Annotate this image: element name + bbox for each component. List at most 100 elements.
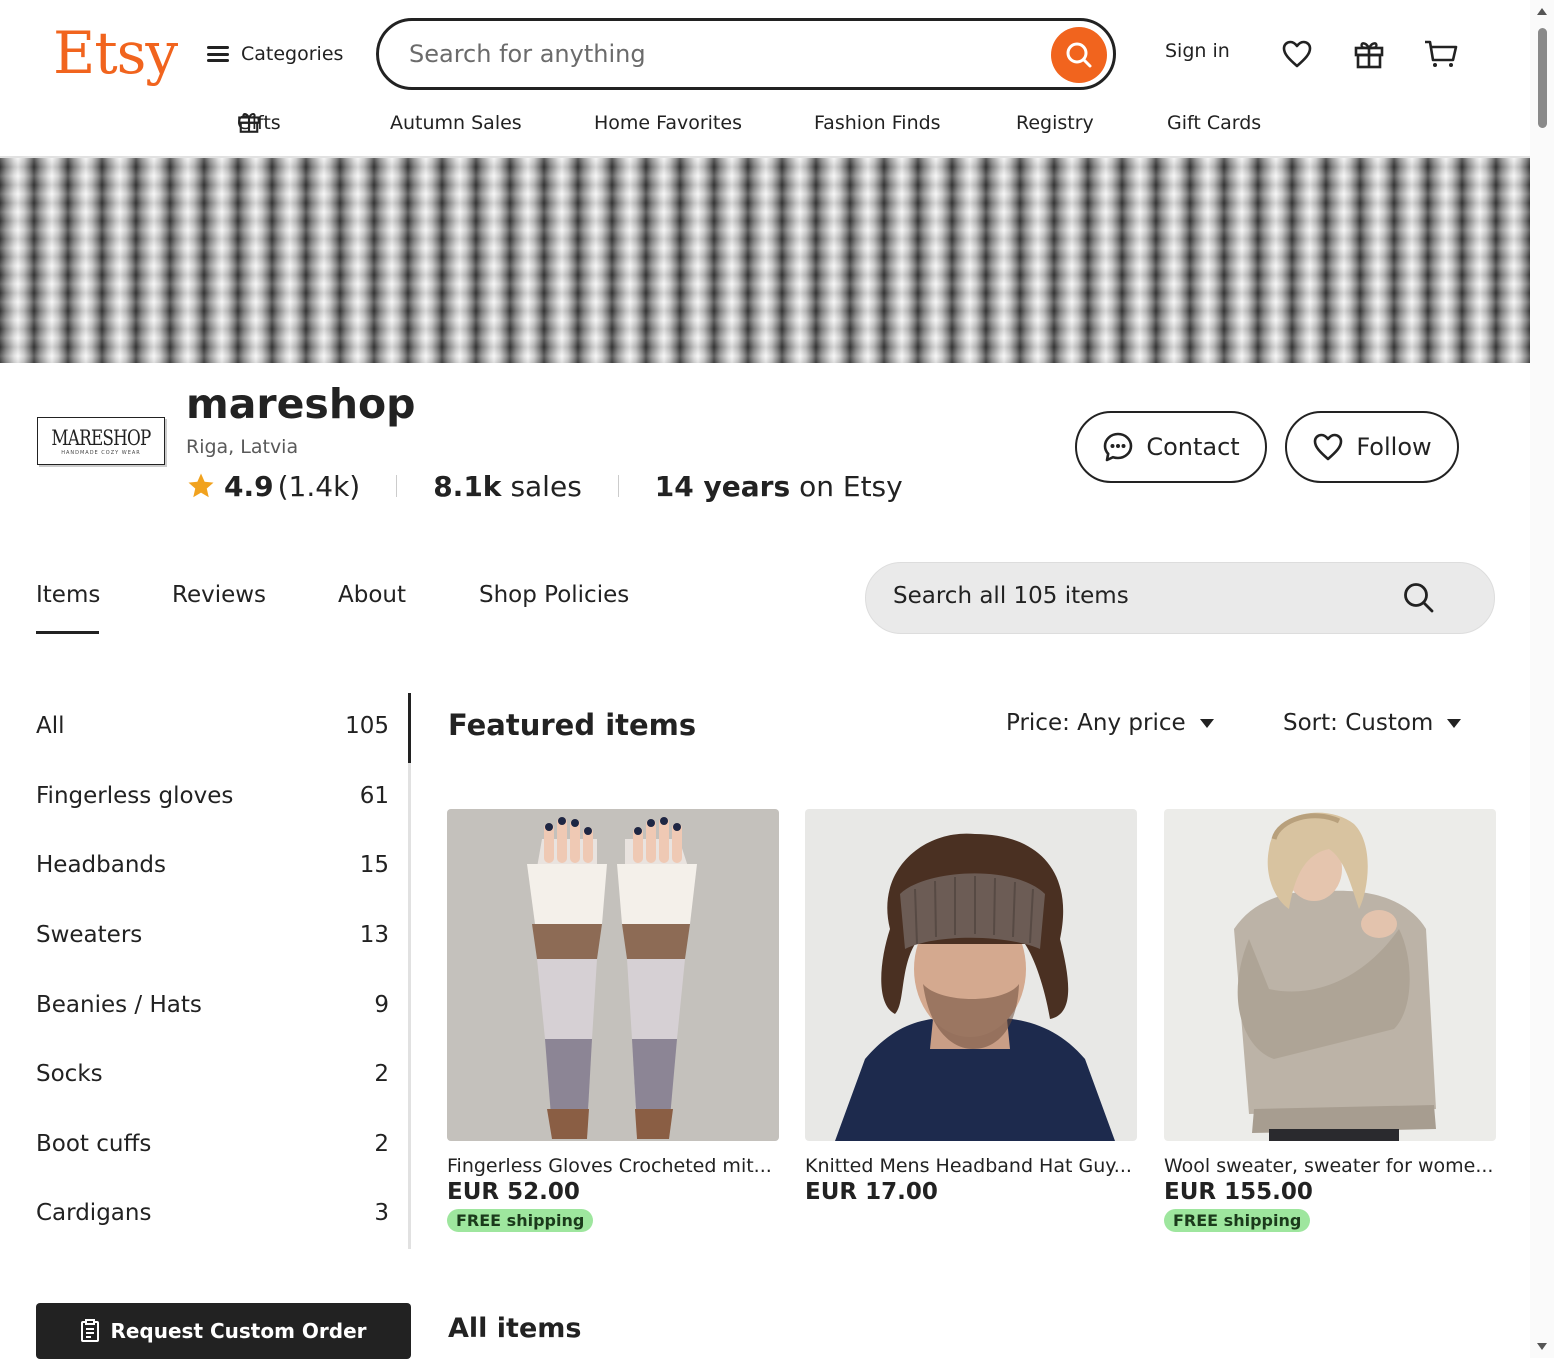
tab-reviews[interactable]: Reviews [172, 582, 266, 608]
search-button[interactable] [1051, 27, 1107, 83]
tab-items[interactable]: Items [36, 582, 100, 608]
sidebar-item-count: 61 [359, 783, 389, 809]
sidebar-item-label: Headbands [36, 852, 166, 878]
shop-sales-label: sales [510, 469, 582, 503]
shop-sales-value: 8.1k [433, 469, 502, 503]
sidebar-item-socks[interactable]: Socks 2 [36, 1061, 389, 1087]
stats-divider [396, 475, 398, 497]
heart-icon [1314, 433, 1343, 461]
listing-card[interactable]: Fingerless Gloves Crocheted mit... EUR 5… [447, 809, 779, 1232]
nav-gifts[interactable]: Gifts [237, 110, 281, 134]
sidebar-item-count: 2 [374, 1131, 389, 1157]
tab-about[interactable]: About [338, 582, 406, 608]
shop-logo-subtext: HANDMADE COZY WEAR [61, 450, 141, 456]
contact-label: Contact [1146, 433, 1240, 461]
listing-image[interactable] [447, 809, 779, 1141]
scroll-down-arrow-icon[interactable] [1537, 1343, 1547, 1350]
sign-in-link[interactable]: Sign in [1165, 40, 1230, 62]
listing-price: EUR 52.00 [447, 1179, 580, 1205]
search-icon [1066, 42, 1092, 68]
stats-divider [617, 475, 619, 497]
sidebar-item-count: 9 [374, 992, 389, 1018]
scrollbar-thumb[interactable] [1538, 28, 1547, 128]
shop-rating: 4.9 [224, 469, 274, 503]
nav-fashion-finds[interactable]: Fashion Finds [814, 110, 941, 136]
listing-image[interactable] [805, 809, 1137, 1141]
etsy-logo[interactable]: Etsy [53, 18, 178, 88]
sidebar-item-label: Boot cuffs [36, 1131, 152, 1157]
heart-icon [1282, 40, 1312, 68]
shop-search-input[interactable]: Search all 105 items [865, 562, 1495, 634]
tab-shop-policies[interactable]: Shop Policies [479, 582, 629, 608]
categories-label: Categories [241, 43, 344, 65]
listing-price: EUR 155.00 [1164, 1179, 1313, 1205]
free-shipping-badge: FREE shipping [447, 1209, 594, 1232]
nav-gift-cards[interactable]: Gift Cards [1167, 110, 1261, 136]
caret-down-icon [1447, 718, 1462, 728]
shop-name: mareshop [186, 380, 416, 428]
sidebar-item-count: 13 [359, 922, 389, 948]
sidebar-item-headbands[interactable]: Headbands 15 [36, 852, 389, 878]
gift-mode-button[interactable] [1349, 34, 1389, 74]
shop-logo-text: MARESHOP [51, 426, 151, 450]
sidebar-item-count: 15 [359, 852, 389, 878]
cart-icon [1425, 40, 1458, 67]
sidebar-item-sweaters[interactable]: Sweaters 13 [36, 922, 389, 948]
request-custom-order-button[interactable]: Request Custom Order [36, 1303, 411, 1359]
shop-logo[interactable]: MARESHOP HANDMADE COZY WEAR [37, 417, 165, 465]
nav-home-favorites[interactable]: Home Favorites [594, 110, 742, 136]
listing-card[interactable]: Knitted Mens Headband Hat Guy... EUR 17.… [805, 809, 1137, 1205]
listing-title[interactable]: Wool sweater, sweater for wome... [1164, 1155, 1494, 1177]
nav-registry[interactable]: Registry [1016, 110, 1094, 136]
sidebar-item-boot-cuffs[interactable]: Boot cuffs 2 [36, 1131, 389, 1157]
sidebar-item-label: Socks [36, 1061, 103, 1087]
sidebar-item-count: 2 [374, 1061, 389, 1087]
favorites-button[interactable] [1277, 34, 1317, 74]
sidebar-item-count: 105 [345, 713, 389, 739]
gift-icon [1354, 42, 1384, 69]
clipboard-icon [81, 1319, 100, 1342]
sidebar-divider [408, 693, 411, 1249]
sidebar-item-count: 3 [374, 1200, 389, 1226]
listing-card[interactable]: Wool sweater, sweater for wome... EUR 15… [1164, 809, 1496, 1232]
follow-label: Follow [1356, 433, 1432, 461]
sidebar-item-fingerless-gloves[interactable]: Fingerless gloves 61 [36, 783, 389, 809]
shop-stats: 4.9 (1.4k) 8.1k sales 14 years on Etsy [186, 466, 903, 506]
cart-button[interactable] [1421, 34, 1461, 74]
listing-title[interactable]: Knitted Mens Headband Hat Guy... [805, 1155, 1135, 1177]
shop-search-button[interactable] [1402, 581, 1436, 619]
shop-years-value: 14 years [654, 469, 791, 503]
follow-button[interactable]: Follow [1285, 411, 1459, 483]
sidebar-item-label: Fingerless gloves [36, 783, 234, 809]
sidebar-item-label: Sweaters [36, 922, 143, 948]
search-input[interactable] [407, 39, 1027, 69]
shop-rating-count[interactable]: (1.4k) [278, 470, 361, 503]
page-scrollbar[interactable] [1530, 0, 1554, 1358]
caret-down-icon [1199, 718, 1214, 728]
star-icon [188, 473, 214, 498]
shop-banner-image [0, 158, 1530, 363]
shop-location: Riga, Latvia [186, 436, 299, 458]
sort-label: Sort: Custom [1283, 710, 1434, 736]
sidebar-item-beanies-hats[interactable]: Beanies / Hats 9 [36, 992, 389, 1018]
listing-title[interactable]: Fingerless Gloves Crocheted mit... [447, 1155, 777, 1177]
categories-button[interactable]: Categories [207, 38, 343, 70]
sort-dropdown[interactable]: Sort: Custom [1283, 710, 1462, 736]
all-items-title: All items [448, 1313, 582, 1344]
request-custom-order-label: Request Custom Order [110, 1319, 367, 1343]
scroll-up-arrow-icon[interactable] [1537, 8, 1547, 15]
nav-gifts-label: Gifts [237, 112, 281, 134]
price-filter-dropdown[interactable]: Price: Any price [1006, 710, 1214, 736]
listing-price: EUR 17.00 [805, 1179, 938, 1205]
sidebar-item-all[interactable]: All 105 [36, 713, 389, 739]
sidebar-item-label: Beanies / Hats [36, 992, 202, 1018]
free-shipping-badge: FREE shipping [1164, 1209, 1311, 1232]
category-nav: Gifts Autumn Sales Home Favorites Fashio… [0, 110, 1530, 140]
search-bar [376, 18, 1116, 90]
search-icon [1404, 583, 1434, 613]
nav-autumn-sales[interactable]: Autumn Sales [390, 110, 522, 136]
contact-button[interactable]: Contact [1075, 411, 1267, 483]
sidebar-item-cardigans[interactable]: Cardigans 3 [36, 1200, 389, 1226]
active-tab-indicator [36, 631, 99, 634]
listing-image[interactable] [1164, 809, 1496, 1141]
